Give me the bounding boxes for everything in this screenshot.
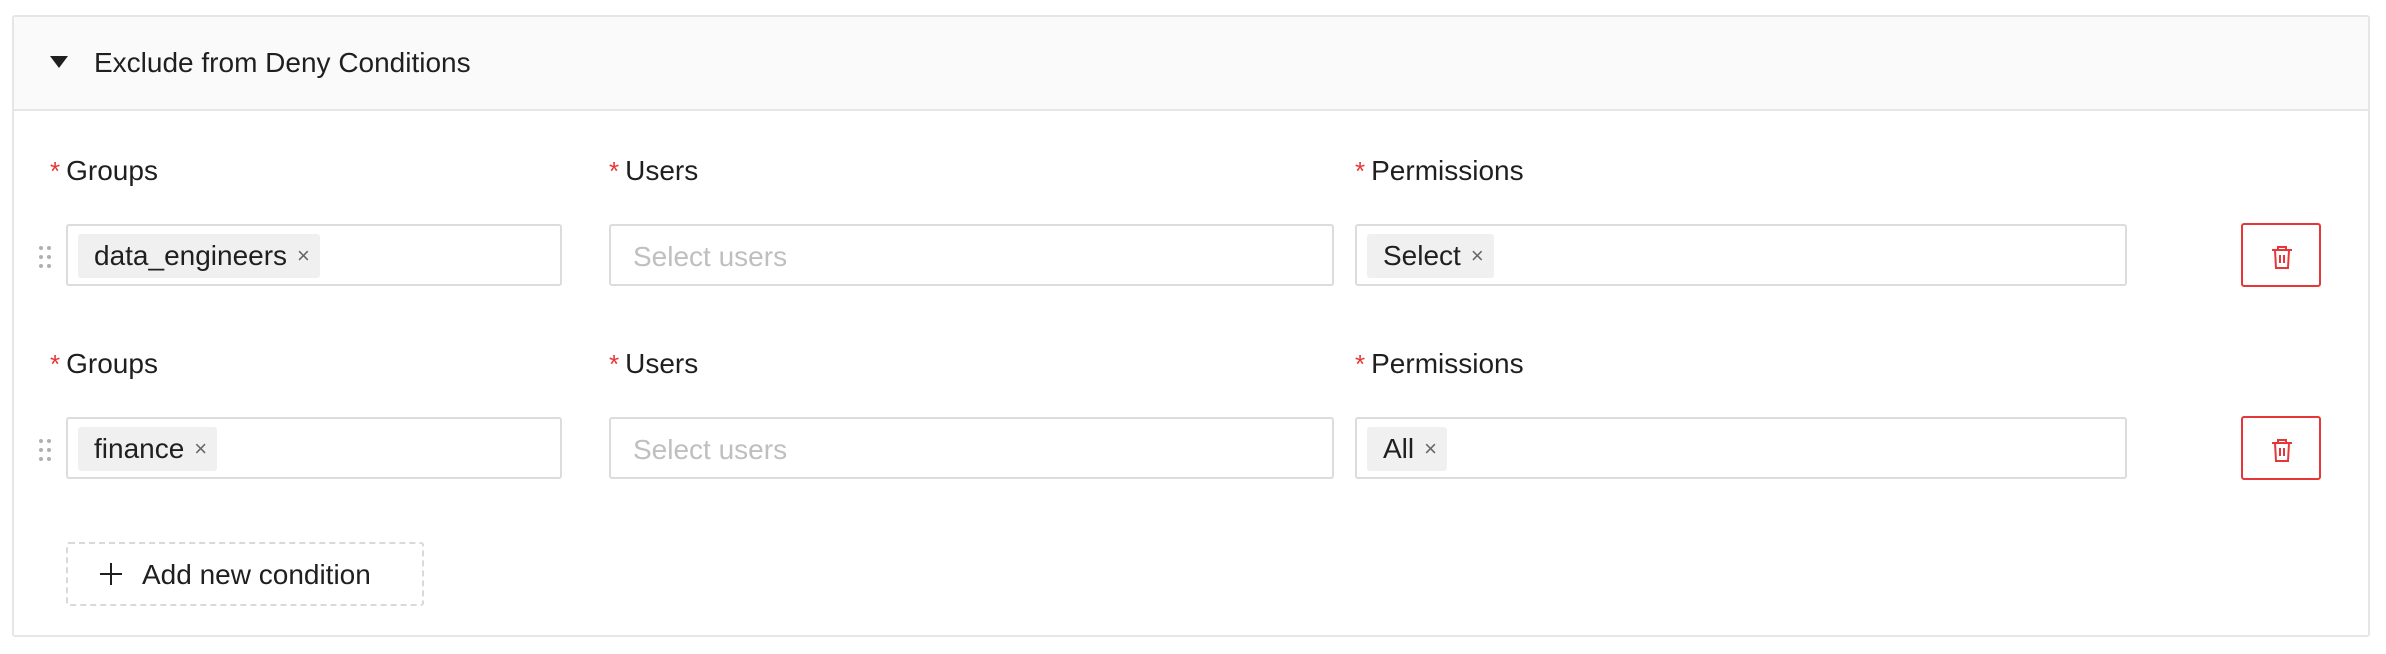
required-mark: * [1355,349,1366,379]
required-mark: * [50,349,61,379]
permissions-select[interactable]: All × [1355,417,2127,479]
delete-condition-button[interactable] [2241,223,2321,287]
trash-icon [2272,246,2292,269]
tag-remove-icon[interactable]: × [1471,245,1484,267]
permission-tag-label: All [1383,433,1415,464]
required-mark: * [50,156,61,186]
required-mark: * [609,349,620,379]
exclude-deny-conditions-panel: Exclude from Deny Conditions * Groups * Us… [12,15,2370,637]
groups-label-text: Groups [66,155,158,186]
groups-label-text: Groups [66,348,158,379]
groups-select[interactable]: finance × [66,417,562,479]
permission-tag-label: Select [1383,240,1461,271]
users-label: * Users [609,347,698,381]
panel-title: Exclude from Deny Conditions [94,47,471,78]
group-tag: finance × [78,427,218,471]
groups-label: * Groups [50,347,158,381]
groups-label: * Groups [50,154,158,188]
permission-tag: All × [1367,427,1447,471]
add-new-condition-label: Add new condition [142,559,371,590]
tag-remove-icon[interactable]: × [1424,438,1437,460]
plus-icon [100,563,122,585]
tag-remove-icon[interactable]: × [194,438,207,460]
groups-select[interactable]: data_engineers × [66,224,562,286]
users-select[interactable]: Select users [609,417,1334,479]
users-placeholder: Select users [633,434,788,465]
tag-remove-icon[interactable]: × [297,245,310,267]
group-tag-label: data_engineers [94,240,288,271]
trash-icon [2272,439,2292,462]
users-label-text: Users [625,155,699,186]
permission-tag: Select × [1367,234,1494,278]
drag-handle-icon[interactable] [39,439,53,463]
group-tag: data_engineers × [78,234,320,278]
permissions-label: * Permissions [1355,154,1524,188]
users-select[interactable]: Select users [609,224,1334,286]
delete-condition-button[interactable] [2241,416,2321,480]
caret-down-icon[interactable] [50,56,68,68]
users-label: * Users [609,154,698,188]
permissions-label-text: Permissions [1371,155,1524,186]
permissions-label: * Permissions [1355,347,1524,381]
panel-header[interactable]: Exclude from Deny Conditions [14,17,2368,111]
users-placeholder: Select users [633,241,788,272]
permissions-select[interactable]: Select × [1355,224,2127,286]
users-label-text: Users [625,348,699,379]
required-mark: * [1355,156,1366,186]
permissions-label-text: Permissions [1371,348,1524,379]
group-tag-label: finance [94,433,185,464]
drag-handle-icon[interactable] [39,246,53,270]
add-new-condition-button[interactable]: Add new condition [66,542,424,606]
required-mark: * [609,156,620,186]
